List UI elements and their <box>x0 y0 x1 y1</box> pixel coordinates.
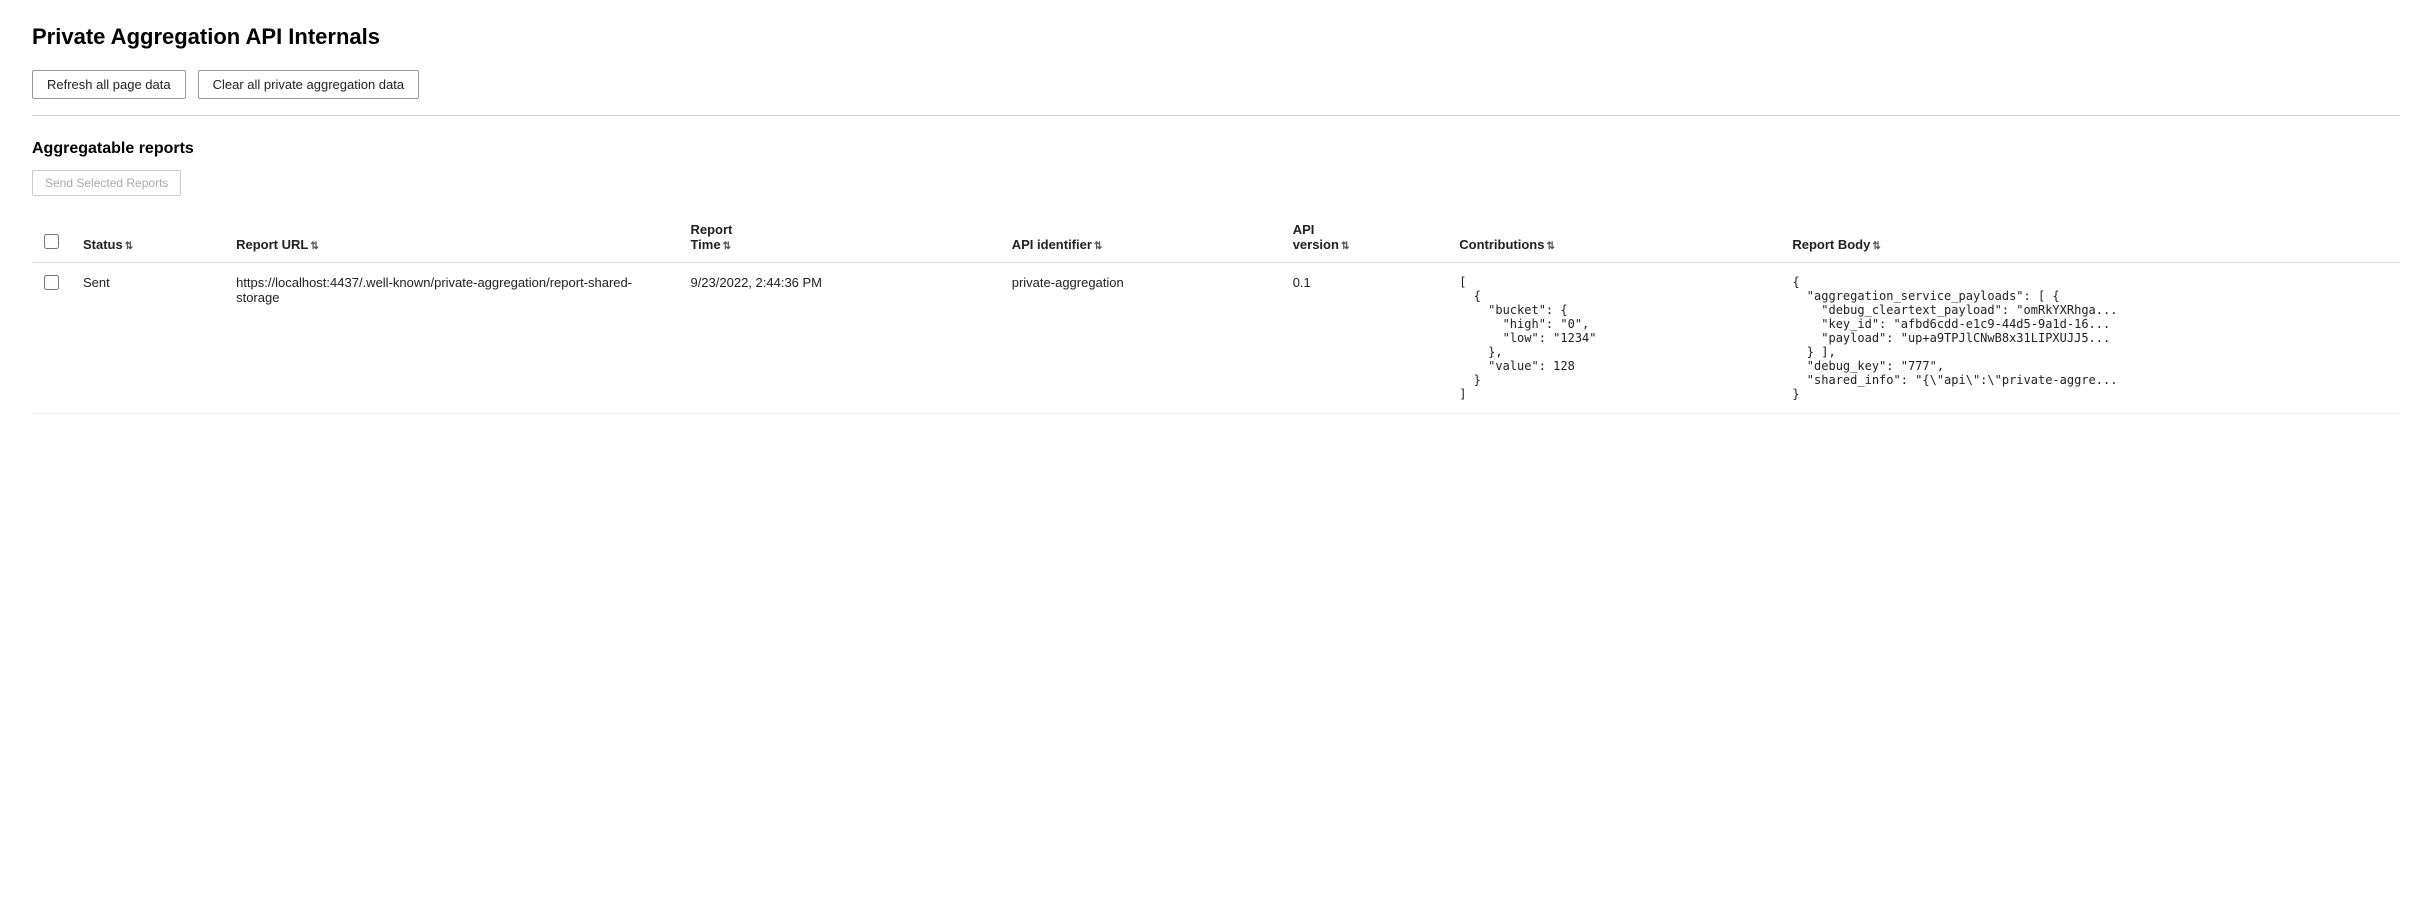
header-contributions[interactable]: Contributions <box>1447 212 1780 263</box>
row-api-identifier: private-aggregation <box>1000 263 1281 414</box>
header-api-identifier[interactable]: API identifier <box>1000 212 1281 263</box>
row-checkbox[interactable] <box>44 275 59 290</box>
header-api-version[interactable]: APIversion <box>1281 212 1448 263</box>
row-api-version: 0.1 <box>1281 263 1448 414</box>
table-row: Senthttps://localhost:4437/.well-known/p… <box>32 263 2400 414</box>
refresh-button[interactable]: Refresh all page data <box>32 70 186 99</box>
header-report-url[interactable]: Report URL <box>224 212 678 263</box>
top-buttons-container: Refresh all page data Clear all private … <box>32 70 2400 99</box>
header-checkbox-col <box>32 212 71 263</box>
header-report-time[interactable]: ReportTime <box>678 212 999 263</box>
row-report-body: { "aggregation_service_payloads": [ { "d… <box>1780 263 2400 414</box>
page-title: Private Aggregation API Internals <box>32 24 2400 50</box>
row-contributions: [ { "bucket": { "high": "0", "low": "123… <box>1447 263 1780 414</box>
row-status: Sent <box>71 263 224 414</box>
table-header-row: Status Report URL ReportTime API identif… <box>32 212 2400 263</box>
select-all-checkbox[interactable] <box>44 234 59 249</box>
aggregatable-reports-section: Aggregatable reports Send Selected Repor… <box>32 140 2400 414</box>
divider <box>32 115 2400 116</box>
row-report-url: https://localhost:4437/.well-known/priva… <box>224 263 678 414</box>
send-selected-button[interactable]: Send Selected Reports <box>32 170 181 196</box>
header-report-body[interactable]: Report Body <box>1780 212 2400 263</box>
clear-button[interactable]: Clear all private aggregation data <box>198 70 420 99</box>
reports-table: Status Report URL ReportTime API identif… <box>32 212 2400 414</box>
row-report-time: 9/23/2022, 2:44:36 PM <box>678 263 999 414</box>
header-status[interactable]: Status <box>71 212 224 263</box>
section-title: Aggregatable reports <box>32 140 2400 158</box>
